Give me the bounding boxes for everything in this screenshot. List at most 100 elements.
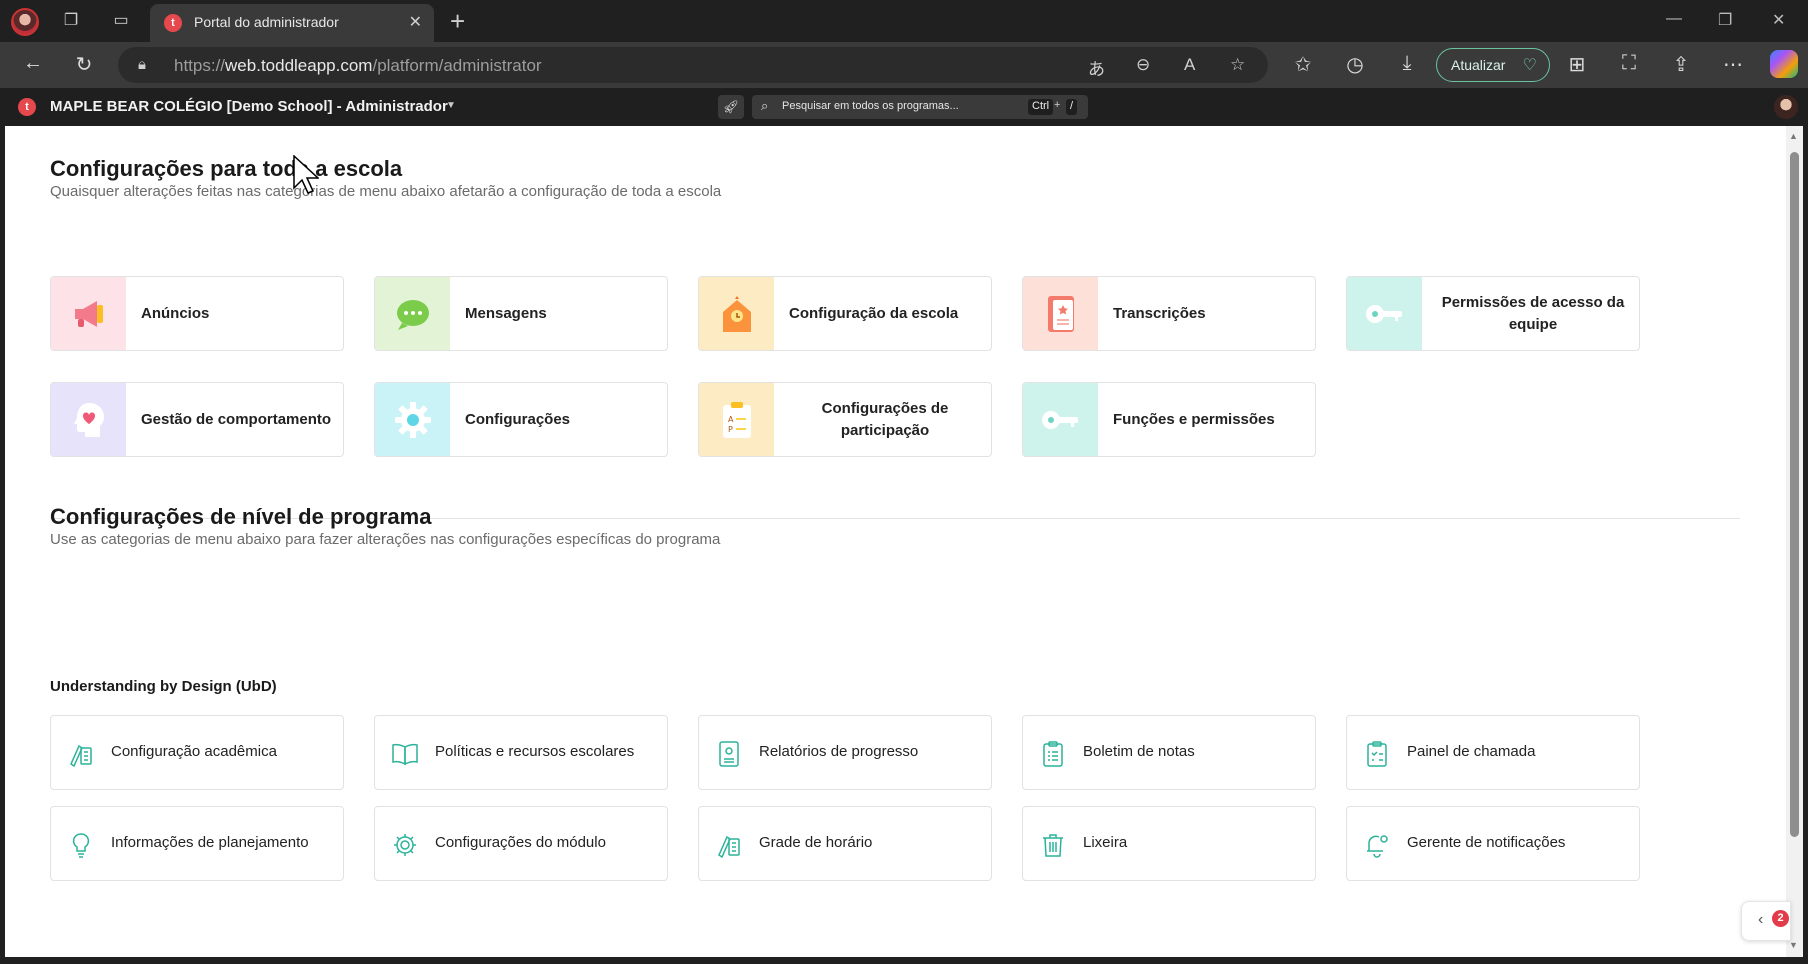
- browser-tab[interactable]: t Portal do administrador ✕: [150, 4, 434, 42]
- chevron-down-icon[interactable]: ▼: [446, 100, 456, 111]
- copilot-icon[interactable]: [1770, 50, 1798, 78]
- back-icon[interactable]: ←: [20, 52, 46, 75]
- card-label: Configurações do módulo: [435, 834, 606, 851]
- timetable-icon: [718, 835, 740, 859]
- card-roles-permissions[interactable]: Funções e permissões: [1022, 382, 1316, 457]
- shortcut-slash: /: [1066, 99, 1078, 115]
- card-label: Painel de chamada: [1407, 743, 1536, 760]
- browser-toolbar: ← ↻ 🔒︎ https://web.toddleapp.com/platfor…: [0, 42, 1808, 88]
- scroll-down-icon[interactable]: ▼: [1789, 940, 1798, 950]
- card-transcripts[interactable]: Transcrições: [1022, 276, 1316, 351]
- restore-icon[interactable]: ❐: [1718, 10, 1732, 30]
- global-search[interactable]: ⌕ Pesquisar em todos os programas... Ctr…: [752, 95, 1088, 119]
- card-label: Grade de horário: [759, 834, 873, 851]
- card-attendance-panel[interactable]: Painel de chamada: [1346, 715, 1640, 790]
- translate-icon[interactable]: あ: [1088, 55, 1105, 80]
- lock-icon[interactable]: 🔒︎: [138, 56, 146, 73]
- clipboard-list-icon: [1043, 741, 1063, 767]
- downloads-icon[interactable]: ⤓: [1394, 52, 1420, 75]
- key-icon: [1365, 304, 1402, 323]
- card-behavior[interactable]: Gestão de comportamento: [50, 382, 344, 457]
- card-trash[interactable]: Lixeira: [1022, 806, 1316, 881]
- academic-tools-icon: [70, 744, 92, 768]
- card-attendance-settings[interactable]: AP Configurações de participação: [698, 382, 992, 457]
- gear-icon: [394, 401, 431, 438]
- card-academic-setup[interactable]: Configuração acadêmica: [50, 715, 344, 790]
- card-label: Permissões de acesso da equipe: [1441, 293, 1625, 333]
- workspaces-icon[interactable]: ❐: [60, 10, 82, 32]
- card-announcements[interactable]: Anúncios: [50, 276, 344, 351]
- shortcut-plus: +: [1054, 99, 1061, 111]
- window-close-icon[interactable]: ✕: [1772, 10, 1785, 30]
- card-report-card[interactable]: Boletim de notas: [1022, 715, 1316, 790]
- trash-icon: [1043, 834, 1063, 857]
- card-label: Políticas e recursos escolares: [435, 743, 635, 760]
- window-edge: [1803, 126, 1808, 964]
- read-aloud-icon[interactable]: A: [1184, 55, 1195, 75]
- card-label: Configurações: [465, 410, 571, 428]
- card-notification-manager[interactable]: Gerente de notificações: [1346, 806, 1640, 881]
- thumb: [375, 277, 450, 350]
- card-label: Gestão de comportamento: [141, 410, 332, 428]
- help-widget[interactable]: ‹ 2: [1741, 901, 1791, 941]
- card-school-policies[interactable]: Políticas e recursos escolares: [374, 715, 668, 790]
- report-icon: [719, 741, 739, 767]
- card-label: Informações de planejamento: [111, 834, 309, 851]
- user-avatar[interactable]: [1774, 95, 1798, 119]
- card-messages[interactable]: Mensagens: [374, 276, 668, 351]
- card-progress-reports[interactable]: Relatórios de progresso: [698, 715, 992, 790]
- vertical-scrollbar[interactable]: ▲ ▼: [1786, 126, 1803, 957]
- card-label: Anúncios: [141, 304, 210, 322]
- favorite-star-icon[interactable]: ☆: [1230, 55, 1245, 75]
- health-heart-icon: ♡: [1522, 57, 1537, 74]
- card-school-setup[interactable]: Configuração da escola: [698, 276, 992, 351]
- card-label: Transcrições: [1113, 304, 1206, 322]
- url-text[interactable]: https://web.toddleapp.com/platform/admin…: [174, 56, 542, 76]
- school-section-subtitle: Quaisquer alterações feitas nas categori…: [50, 183, 722, 200]
- search-icon: ⌕: [761, 98, 769, 113]
- extensions-icon[interactable]: ⊞: [1564, 52, 1590, 77]
- zoom-out-icon[interactable]: ⊖: [1136, 55, 1150, 75]
- card-label: Configuração acadêmica: [111, 743, 277, 760]
- notification-badge: 2: [1772, 910, 1789, 927]
- scroll-up-icon[interactable]: ▲: [1789, 131, 1798, 141]
- minimize-icon[interactable]: —: [1666, 10, 1682, 28]
- share-icon[interactable]: ⇪: [1668, 52, 1694, 77]
- favorites-icon[interactable]: ✩: [1290, 52, 1316, 77]
- head-heart-icon: [73, 402, 104, 437]
- checklist-icon: [1367, 741, 1387, 767]
- update-button[interactable]: Atualizar ♡: [1436, 48, 1550, 82]
- card-label: Lixeira: [1083, 834, 1128, 851]
- main-content: Configurações para toda a escola Quaisqu…: [5, 126, 1786, 957]
- school-selector[interactable]: MAPLE BEAR COLÉGIO [Demo School] - Admin…: [50, 98, 448, 115]
- toddle-logo-icon[interactable]: t: [18, 98, 36, 116]
- browser-titlebar: ❐ ▭ t Portal do administrador ✕ + — ❐ ✕: [0, 0, 1808, 42]
- rocket-icon[interactable]: 🚀︎: [718, 95, 744, 119]
- address-bar[interactable]: 🔒︎ https://web.toddleapp.com/platform/ad…: [118, 47, 1268, 83]
- history-icon[interactable]: ◷: [1342, 52, 1368, 77]
- thumb: [51, 383, 126, 456]
- card-settings[interactable]: Configurações: [374, 382, 668, 457]
- tab-actions-icon[interactable]: ▭: [110, 10, 132, 32]
- card-planning-info[interactable]: Informações de planejamento: [50, 806, 344, 881]
- card-label: Configuração da escola: [789, 304, 959, 322]
- reload-icon[interactable]: ↻: [71, 52, 97, 77]
- card-timetable[interactable]: Grade de horário: [698, 806, 992, 881]
- card-label: Mensagens: [465, 304, 547, 322]
- card-staff-access[interactable]: Permissões de acesso da equipe: [1346, 276, 1640, 351]
- shortcut-ctrl: Ctrl: [1028, 99, 1054, 115]
- more-menu-icon[interactable]: ⋯: [1720, 52, 1746, 77]
- profile-avatar[interactable]: [11, 8, 39, 36]
- scroll-thumb[interactable]: [1790, 152, 1799, 837]
- svg-text:P: P: [728, 425, 733, 434]
- chat-bubble-icon: [396, 299, 429, 330]
- svg-text:A: A: [728, 415, 734, 424]
- app-header: t MAPLE BEAR COLÉGIO [Demo School] - Adm…: [0, 88, 1808, 126]
- screenshot-icon[interactable]: ⛶: [1616, 52, 1642, 75]
- thumb: [1023, 277, 1098, 350]
- new-tab-icon[interactable]: +: [450, 6, 465, 37]
- card-label: Funções e permissões: [1113, 410, 1275, 428]
- bell-gear-icon: [1367, 835, 1388, 858]
- tab-close-icon[interactable]: ✕: [409, 12, 422, 32]
- card-module-settings[interactable]: Configurações do módulo: [374, 806, 668, 881]
